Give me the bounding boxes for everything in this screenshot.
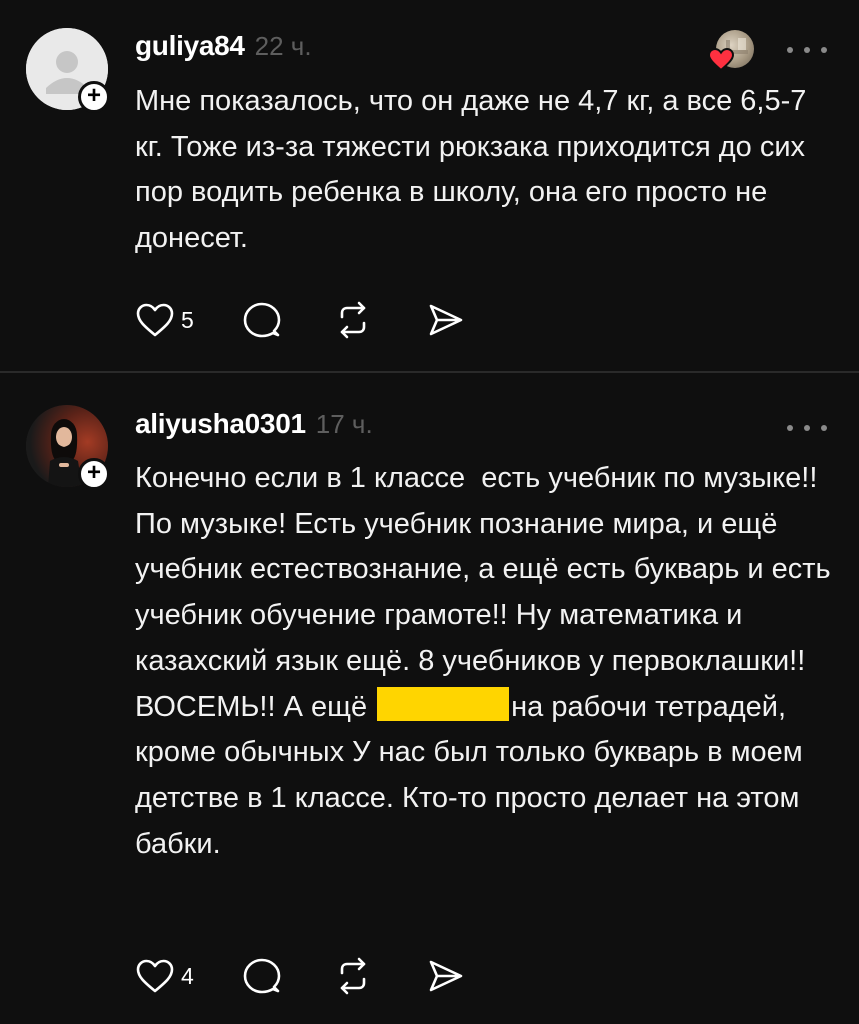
post-text: Мне показалось, что он даже не 4,7 кг, а… [135, 85, 815, 255]
heart-outline-icon [136, 303, 174, 337]
heart-outline-icon [136, 959, 174, 993]
thread-post: + guliya84 22 ч. Мне показалось, что он … [0, 0, 859, 372]
author-avatar-container: + [26, 28, 110, 113]
username[interactable]: aliyusha0301 [135, 408, 306, 440]
speech-bubble-icon [243, 958, 281, 994]
author-avatar-container: + [26, 405, 110, 490]
liked-by-avatar[interactable] [708, 30, 756, 72]
like-count: 5 [181, 306, 194, 333]
repost-arrows-icon [340, 957, 366, 995]
follow-button[interactable]: + [78, 81, 110, 113]
repost-button[interactable] [334, 957, 372, 995]
more-options-button[interactable] [787, 40, 827, 60]
action-bar: 5 [135, 295, 464, 345]
post-text-part1: Конечно если в 1 классе есть учебник по … [135, 462, 839, 723]
username[interactable]: guliya84 [135, 30, 245, 62]
more-options-button[interactable] [787, 418, 827, 438]
paper-plane-icon [429, 304, 463, 336]
reply-button[interactable] [242, 957, 282, 995]
post-timestamp: 22 ч. [254, 31, 312, 61]
action-bar: 4 [135, 951, 464, 1001]
like-button[interactable]: 5 [135, 302, 242, 338]
repost-button[interactable] [334, 301, 372, 339]
three-dots-icon [787, 47, 793, 53]
plus-icon: + [86, 459, 101, 486]
reply-button[interactable] [242, 301, 282, 339]
post-header: aliyusha0301 17 ч. [135, 408, 373, 448]
paper-plane-icon [429, 960, 463, 992]
share-button[interactable] [426, 302, 464, 338]
speech-bubble-icon [243, 302, 281, 338]
like-count: 4 [181, 962, 194, 989]
share-button[interactable] [426, 958, 464, 994]
post-header: guliya84 22 ч. [135, 30, 312, 70]
repost-arrows-icon [340, 301, 366, 339]
post-timestamp: 17 ч. [315, 409, 373, 439]
thread-post: + aliyusha0301 17 ч. Конечно если в 1 кл… [0, 373, 859, 1024]
post-text: Конечно если в 1 классе есть учебник по … [135, 456, 835, 867]
three-dots-icon [787, 425, 793, 431]
plus-icon: + [86, 82, 101, 109]
redaction-block [377, 686, 510, 721]
like-button[interactable]: 4 [135, 958, 242, 994]
red-heart-icon [708, 48, 734, 72]
follow-button[interactable]: + [78, 458, 110, 490]
